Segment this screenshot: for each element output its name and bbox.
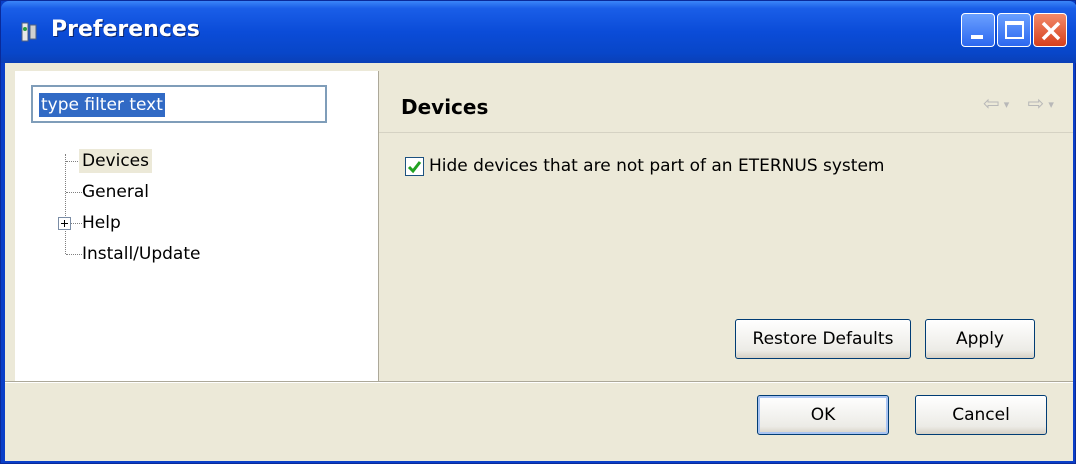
minimize-button[interactable] bbox=[961, 13, 995, 47]
preference-page: Devices ⇦ ▾ ⇨ ▾ Hide devices that are not … bbox=[379, 71, 1073, 381]
hide-devices-checkbox[interactable] bbox=[405, 157, 424, 176]
restore-defaults-button[interactable]: Restore Defaults bbox=[735, 319, 911, 359]
maximize-icon bbox=[1005, 21, 1024, 39]
apply-button[interactable]: Apply bbox=[925, 319, 1035, 359]
tree-item-devices[interactable]: Devices bbox=[79, 149, 152, 173]
filter-input-value: type filter text bbox=[39, 93, 165, 117]
forward-arrow-icon[interactable]: ⇨ bbox=[1028, 91, 1045, 115]
checkmark-icon bbox=[407, 161, 422, 174]
window-title: Preferences bbox=[51, 17, 200, 42]
ok-button[interactable]: OK bbox=[757, 395, 889, 435]
hide-devices-label: Hide devices that are not part of an ETE… bbox=[429, 156, 885, 176]
page-header: Devices ⇦ ▾ ⇨ ▾ bbox=[379, 71, 1073, 133]
minimize-icon bbox=[971, 35, 983, 39]
divider bbox=[5, 381, 1073, 383]
preferences-tree-pane: type filter text Devices General Help In… bbox=[15, 71, 379, 381]
page-title: Devices bbox=[401, 95, 489, 119]
tree-item-help[interactable]: Help bbox=[79, 211, 124, 235]
app-icon bbox=[19, 21, 41, 43]
cancel-button[interactable]: Cancel bbox=[915, 395, 1047, 435]
back-arrow-icon[interactable]: ⇦ bbox=[983, 91, 1000, 115]
tree-connector bbox=[65, 154, 66, 254]
close-button[interactable] bbox=[1033, 13, 1067, 47]
tree-item-general[interactable]: General bbox=[79, 180, 152, 204]
close-icon bbox=[1041, 21, 1061, 41]
title-bar[interactable]: Preferences bbox=[1, 1, 1076, 63]
back-dropdown-icon[interactable]: ▾ bbox=[1004, 98, 1010, 111]
expand-icon[interactable] bbox=[58, 217, 71, 230]
history-nav: ⇦ ▾ ⇨ ▾ bbox=[983, 91, 1058, 115]
tree-item-install-update[interactable]: Install/Update bbox=[79, 242, 203, 266]
dialog-client: type filter text Devices General Help In… bbox=[5, 63, 1073, 461]
filter-input[interactable]: type filter text bbox=[31, 85, 327, 123]
preferences-window: Preferences type filter text Devices Gen… bbox=[0, 0, 1076, 464]
maximize-button[interactable] bbox=[997, 13, 1031, 47]
forward-dropdown-icon[interactable]: ▾ bbox=[1048, 98, 1054, 111]
